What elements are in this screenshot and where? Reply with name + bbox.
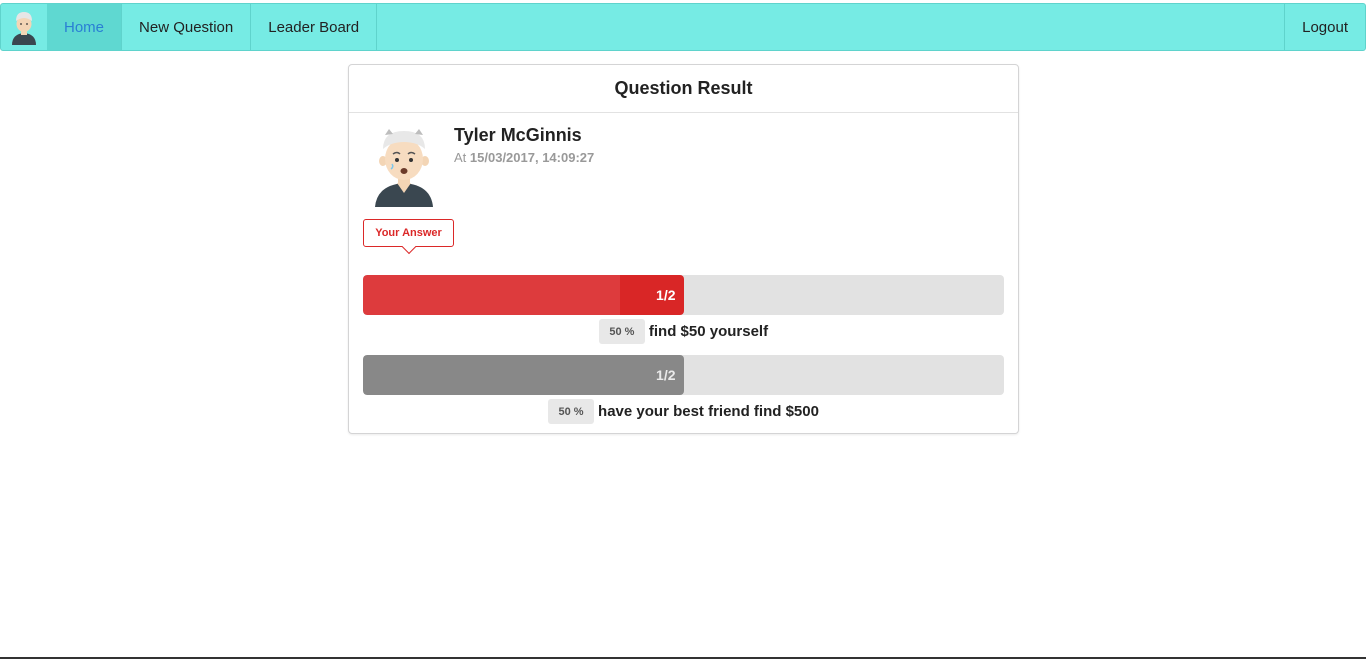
option-2-row: 50 % have your best friend find $500 — [349, 399, 1018, 424]
question-result-card: Question Result Tyler McGinnis At 15/03/… — [348, 64, 1019, 434]
author-avatar-icon — [375, 129, 433, 207]
nav-home-label: Home — [64, 18, 105, 36]
option-2-progress-fill: 1/2 — [363, 355, 684, 395]
author-avatar — [369, 127, 439, 207]
user-avatar[interactable] — [1, 4, 47, 50]
question-timestamp: At 15/03/2017, 14:09:27 — [454, 150, 594, 165]
nav-leader-board-label: Leader Board — [268, 18, 360, 36]
top-navbar: Home New Question Leader Board Logout — [0, 3, 1366, 51]
option-1-percent: 50 % — [598, 319, 645, 344]
option-1-progress-fill: 1/2 — [363, 275, 684, 315]
option-2-progress-bar: 1/2 — [363, 355, 1004, 395]
logout-button[interactable]: Logout — [1284, 4, 1365, 50]
card-title: Question Result — [349, 65, 1018, 113]
logout-label: Logout — [1302, 18, 1348, 36]
option-2-percent: 50 % — [548, 399, 595, 424]
option-2-fraction: 1/2 — [656, 367, 676, 383]
option-1-text: find $50 yourself — [648, 323, 769, 340]
avatar-icon — [12, 12, 36, 45]
nav-leader-board[interactable]: Leader Board — [251, 4, 378, 50]
your-answer-badge: Your Answer — [363, 219, 454, 247]
nav-home[interactable]: Home — [47, 4, 123, 50]
option-1-row: 50 % find $50 yourself — [349, 319, 1018, 344]
nav-new-question[interactable]: New Question — [122, 4, 252, 50]
date-value: 15/03/2017, 14:09:27 — [469, 150, 595, 165]
option-2-text: have your best friend find $500 — [598, 403, 819, 420]
date-prefix: At — [454, 150, 470, 165]
nav-new-question-label: New Question — [139, 18, 234, 36]
option-1-fraction: 1/2 — [656, 287, 676, 303]
author-name: Tyler McGinnis — [454, 125, 582, 145]
option-1-progress-bar: 1/2 — [363, 275, 1004, 315]
